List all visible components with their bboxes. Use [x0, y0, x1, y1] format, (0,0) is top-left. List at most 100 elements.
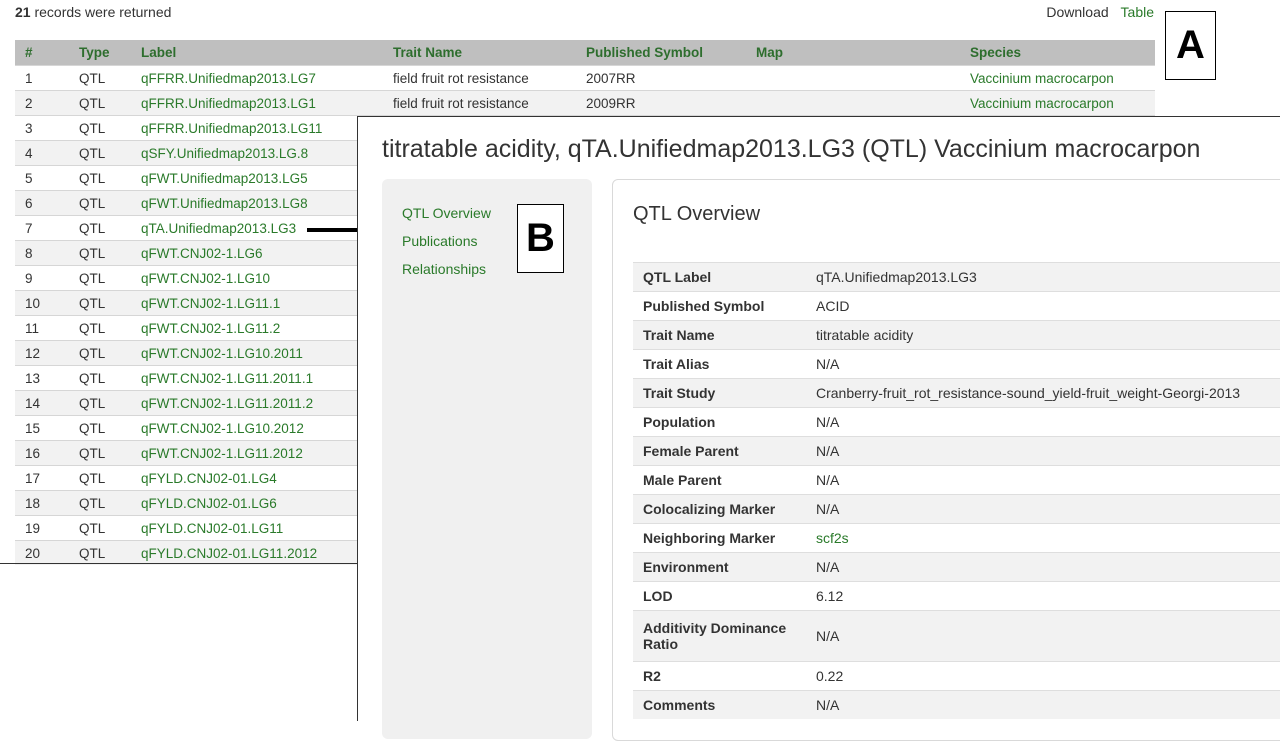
qtl-detail-panel: titratable acidity, qTA.Unifiedmap2013.L… [357, 116, 1280, 741]
col-header-map[interactable]: Map [756, 40, 970, 66]
row-species[interactable]: Vaccinium macrocarpon [970, 90, 1155, 116]
field-value[interactable]: scf2s [806, 523, 1280, 553]
col-header-number[interactable]: # [15, 40, 79, 66]
field-value: ACID [806, 291, 1280, 321]
row-species[interactable]: Vaccinium macrocarpon [970, 65, 1155, 91]
col-header-type[interactable]: Type [79, 40, 141, 66]
row-number: 13 [15, 365, 79, 391]
row-number: 16 [15, 440, 79, 466]
field-key: Additivity Dominance Ratio [633, 610, 806, 662]
row-type: QTL [79, 290, 141, 316]
overview-row: LOD 6.12 [633, 581, 1280, 611]
row-label[interactable]: qFYLD.CNJ02-01.LG6 [141, 490, 393, 516]
sidebar-item-relationships[interactable]: Relationships [402, 261, 486, 277]
field-key: Population [633, 407, 806, 437]
row-label[interactable]: qSFY.Unifiedmap2013.LG.8 [141, 140, 393, 166]
row-label[interactable]: qFFRR.Unifiedmap2013.LG7 [141, 65, 393, 91]
row-label[interactable]: qFWT.Unifiedmap2013.LG8 [141, 190, 393, 216]
field-value: Cranberry-fruit_rot_resistance-sound_yie… [806, 378, 1280, 408]
row-type: QTL [79, 540, 141, 565]
row-number: 17 [15, 465, 79, 491]
row-number: 8 [15, 240, 79, 266]
row-number: 2 [15, 90, 79, 116]
field-value: N/A [806, 494, 1280, 524]
row-label[interactable]: qFWT.CNJ02-1.LG10.2012 [141, 415, 393, 441]
row-number: 15 [15, 415, 79, 441]
row-type: QTL [79, 340, 141, 366]
row-label[interactable]: qFWT.CNJ02-1.LG6 [141, 240, 393, 266]
page-title: titratable acidity, qTA.Unifiedmap2013.L… [382, 135, 1201, 163]
field-key: Male Parent [633, 465, 806, 495]
overview-row: Environment N/A [633, 552, 1280, 582]
overview-row: Colocalizing Marker N/A [633, 494, 1280, 524]
sidebar-item-qtl-overview[interactable]: QTL Overview [402, 205, 491, 221]
row-label[interactable]: qFWT.CNJ02-1.LG10.2011 [141, 340, 393, 366]
row-label[interactable]: qFWT.Unifiedmap2013.LG5 [141, 165, 393, 191]
col-header-label[interactable]: Label [141, 40, 393, 66]
col-header-trait-name[interactable]: Trait Name [393, 40, 586, 66]
field-value: N/A [806, 465, 1280, 495]
row-published-symbol: 2009RR [586, 90, 756, 116]
row-label[interactable]: qFWT.CNJ02-1.LG11.2011.1 [141, 365, 393, 391]
row-number: 9 [15, 265, 79, 291]
col-header-published-symbol[interactable]: Published Symbol [586, 40, 756, 66]
field-value: N/A [806, 407, 1280, 437]
table-row: 1 QTL qFFRR.Unifiedmap2013.LG7 field fruit … [15, 65, 1155, 91]
overview-row: Population N/A [633, 407, 1280, 437]
field-key: QTL Label [633, 262, 806, 292]
row-map [756, 65, 970, 91]
field-key: Neighboring Marker [633, 523, 806, 553]
row-label[interactable]: qFWT.CNJ02-1.LG11.1 [141, 290, 393, 316]
field-value: N/A [806, 610, 1280, 662]
row-number: 3 [15, 115, 79, 141]
row-label[interactable]: qFWT.CNJ02-1.LG11.2011.2 [141, 390, 393, 416]
field-value: titratable acidity [806, 320, 1280, 350]
row-trait-name: field fruit rot resistance [393, 90, 586, 116]
row-type: QTL [79, 190, 141, 216]
col-header-species[interactable]: Species [970, 40, 1155, 66]
row-label[interactable]: qFYLD.CNJ02-01.LG4 [141, 465, 393, 491]
row-label[interactable]: qFYLD.CNJ02-01.LG11 [141, 515, 393, 541]
divider [0, 563, 358, 564]
row-number: 11 [15, 315, 79, 341]
table-link[interactable]: Table [1121, 4, 1154, 20]
row-label[interactable]: qFFRR.Unifiedmap2013.LG11 [141, 115, 393, 141]
row-number: 14 [15, 390, 79, 416]
field-value: N/A [806, 690, 1280, 719]
row-number: 18 [15, 490, 79, 516]
row-type: QTL [79, 90, 141, 116]
table-header-row: # Type Label Trait Name Published Symbol… [15, 40, 1155, 66]
row-trait-name: field fruit rot resistance [393, 65, 586, 91]
overview-row: Comments N/A [633, 690, 1280, 719]
row-number: 4 [15, 140, 79, 166]
overview-row: Trait Study Cranberry-fruit_rot_resistanc… [633, 378, 1280, 408]
table-row: 2 QTL qFFRR.Unifiedmap2013.LG1 field fruit … [15, 90, 1155, 116]
records-returned-text: 21 records were returned [15, 4, 172, 20]
field-value: N/A [806, 552, 1280, 582]
row-type: QTL [79, 240, 141, 266]
row-number: 1 [15, 65, 79, 91]
field-key: Female Parent [633, 436, 806, 466]
row-label[interactable]: qFFRR.Unifiedmap2013.LG1 [141, 90, 393, 116]
section-title: QTL Overview [633, 203, 761, 225]
download-link[interactable]: Download [1046, 4, 1108, 20]
row-number: 20 [15, 540, 79, 565]
row-type: QTL [79, 115, 141, 141]
row-type: QTL [79, 465, 141, 491]
field-value: N/A [806, 349, 1280, 379]
field-key: Published Symbol [633, 291, 806, 321]
row-label[interactable]: qFWT.CNJ02-1.LG11.2012 [141, 440, 393, 466]
qtl-overview-pane: QTL Overview QTL Label qTA.Unifiedmap2013… [612, 179, 1280, 741]
row-map [756, 90, 970, 116]
overview-row: Trait Alias N/A [633, 349, 1280, 379]
sidebar-item-publications[interactable]: Publications [402, 233, 478, 249]
field-key: Trait Name [633, 320, 806, 350]
row-number: 6 [15, 190, 79, 216]
row-label[interactable]: qFYLD.CNJ02-01.LG11.2012 [141, 540, 393, 565]
row-type: QTL [79, 65, 141, 91]
row-published-symbol: 2007RR [586, 65, 756, 91]
row-type: QTL [79, 440, 141, 466]
field-key: LOD [633, 581, 806, 611]
row-label[interactable]: qFWT.CNJ02-1.LG11.2 [141, 315, 393, 341]
row-label[interactable]: qFWT.CNJ02-1.LG10 [141, 265, 393, 291]
